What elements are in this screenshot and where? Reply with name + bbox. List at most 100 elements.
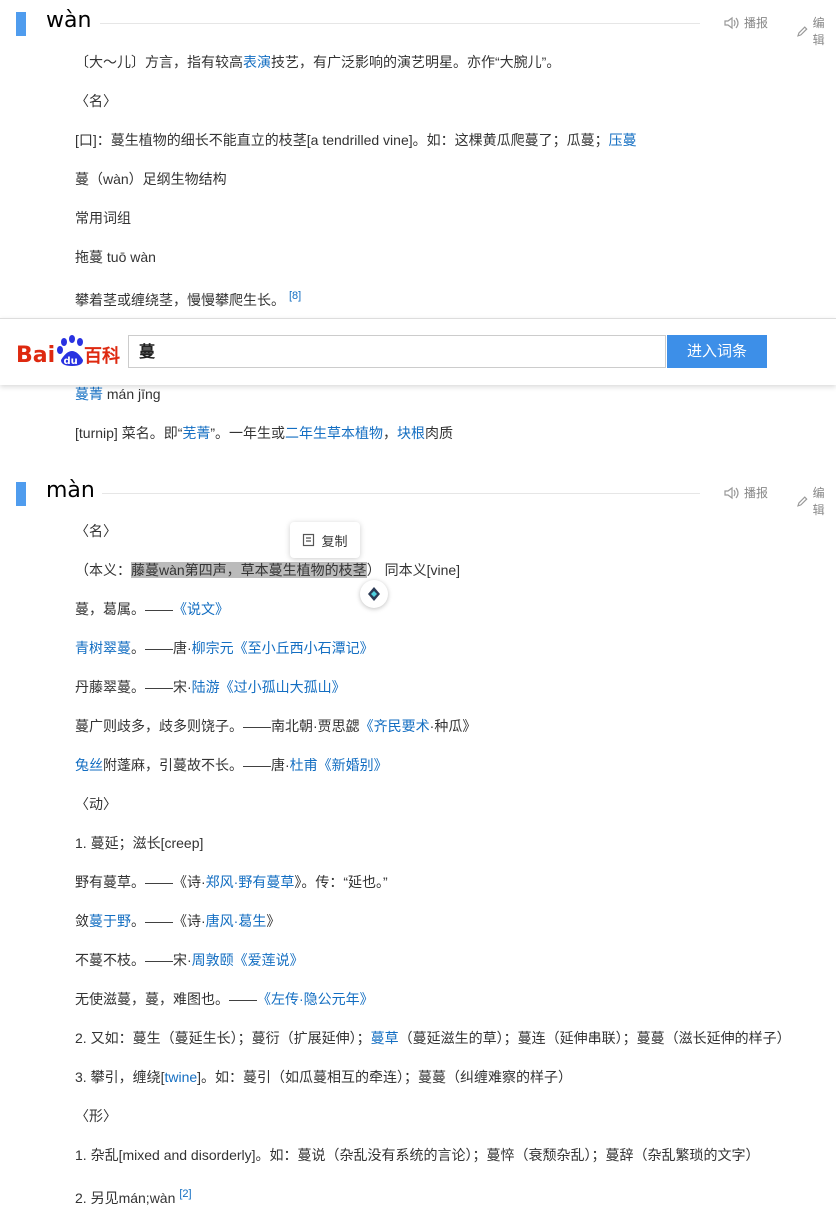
- link-twine[interactable]: twine: [164, 1069, 197, 1085]
- text: 附蓬麻，引蔓故不长。——唐·: [103, 757, 290, 773]
- text: 敛: [75, 913, 89, 929]
- speaker-icon: [724, 486, 739, 499]
- text: 。——《诗·: [131, 913, 206, 929]
- link-xinhunbie[interactable]: 《新婚别》: [318, 757, 388, 773]
- definition-line: [口]：蔓生植物的细长不能直立的枝茎[a tendrilled vine]。如：…: [75, 130, 637, 150]
- text: [turnip] 菜名。即“: [75, 425, 183, 441]
- link-dufu[interactable]: 杜甫: [290, 757, 318, 773]
- search-input[interactable]: 蔓: [128, 335, 666, 368]
- link-tuber[interactable]: 块根: [397, 425, 425, 441]
- edit-button[interactable]: 编辑: [796, 484, 836, 518]
- text: 2. 又如：蔓生（蔓延生长）；蔓衍（扩展延伸）；: [75, 1030, 371, 1046]
- pencil-icon: [797, 495, 808, 507]
- text: 攀着茎或缠绕茎，慢慢攀爬生长。: [75, 292, 285, 308]
- selected-text[interactable]: 藤蔓wàn第四声，草本蔓生植物的枝茎: [131, 562, 367, 578]
- quote-line: 蔓，葛属。——《说文》: [75, 599, 229, 619]
- play-label: 播报: [744, 16, 769, 30]
- pos-label: 〈名〉: [75, 93, 117, 109]
- definition-line: 2. 又如：蔓生（蔓延生长）；蔓衍（扩展延伸）；蔓草（蔓延滋生的草）；蔓连（延伸…: [75, 1028, 791, 1048]
- link-liuzongyuan[interactable]: 柳宗元: [192, 640, 234, 656]
- link-biaoyan[interactable]: 表演: [243, 54, 271, 70]
- text: mán jīng: [103, 386, 161, 402]
- section-marker: [16, 12, 26, 36]
- baidu-baike-logo[interactable]: Bai du 百科: [16, 333, 122, 369]
- text: 2. 另见mán;wàn: [75, 1190, 176, 1206]
- text: 丹藤翠蔓。——宋·: [75, 679, 192, 695]
- link-wujing[interactable]: 芜菁: [182, 425, 210, 441]
- pos-label: 〈动〉: [75, 796, 117, 812]
- link-biennial-herb[interactable]: 二年生草本植物: [285, 425, 383, 441]
- subheading: 常用词组: [75, 210, 131, 226]
- text: ） 同本义[vine]: [366, 562, 461, 578]
- link-mancao[interactable]: 蔓草: [371, 1030, 399, 1046]
- svg-text:百科: 百科: [84, 345, 120, 367]
- play-label: 播报: [744, 486, 769, 500]
- copy-icon: [303, 533, 315, 547]
- definition-line: （本义：藤蔓wàn第四声，草本蔓生植物的枝茎） 同本义[vine]: [75, 560, 460, 580]
- text: （本义：: [75, 562, 131, 578]
- copy-popup-button[interactable]: 复制: [290, 522, 360, 558]
- text: 。——唐·: [131, 640, 192, 656]
- divider: [102, 493, 700, 494]
- link-shuowen[interactable]: 《说文》: [173, 601, 229, 617]
- link-tusi[interactable]: 兔丝: [75, 757, 103, 773]
- text: ，: [383, 425, 398, 441]
- play-button[interactable]: 播报: [724, 14, 768, 31]
- pinyin-heading: màn: [46, 478, 95, 503]
- definition-line: 〔大～儿〕方言，指有较高表演技艺，有广泛影响的演艺明星。亦作“大腕儿”。: [75, 52, 560, 72]
- link-qiminyaoshu[interactable]: 《齐民要术: [360, 718, 430, 734]
- speaker-icon: [724, 16, 739, 29]
- link-zhengfeng[interactable]: 郑风·野有蔓草: [206, 874, 295, 890]
- quote-line: 不蔓不枝。——宋·周敦颐《爱莲说》: [75, 950, 304, 970]
- text: 无使滋蔓，蔓，难图也。——: [75, 991, 257, 1007]
- pinyin-heading: wàn: [46, 8, 92, 33]
- text: 》。传：“延也。”: [294, 874, 388, 890]
- reference-link[interactable]: [8]: [289, 290, 301, 302]
- text: 肉质: [425, 425, 454, 441]
- svg-text:du: du: [64, 356, 78, 367]
- phrase-line: 拖蔓 tuō wàn: [75, 249, 156, 265]
- paw-logo-icon: Bai du 百科: [16, 335, 120, 368]
- quote-line: 丹藤翠蔓。——宋·陆游《过小孤山大孤山》: [75, 677, 346, 697]
- link-manyuye[interactable]: 蔓于野: [89, 913, 131, 929]
- pos-label: 〈名〉: [75, 523, 117, 539]
- ai-assistant-button[interactable]: [360, 580, 388, 608]
- phrase-line: 蔓菁 mán jīng: [75, 384, 161, 404]
- definition-line: 3. 攀引，缠绕[twine]。如：蔓引（如瓜蔓相互的牵连）；蔓蔓（纠缠难察的样…: [75, 1067, 572, 1087]
- link-qingshu[interactable]: 青树翠蔓: [75, 640, 131, 656]
- link-zuozhuan[interactable]: 《左传·隐公元年》: [257, 991, 374, 1007]
- text: 〔大～儿〕方言，指有较高: [75, 54, 243, 70]
- text: 蔓，葛属。——: [75, 601, 173, 617]
- definition-line: 蔓（wàn）足纲生物结构: [75, 171, 227, 187]
- text: 3. 攀引，缠绕[: [75, 1069, 165, 1085]
- link-luyou[interactable]: 陆游: [192, 679, 220, 695]
- link-zhoudunyi[interactable]: 周敦颐: [192, 952, 234, 968]
- edit-button[interactable]: 编辑: [796, 14, 836, 48]
- quote-line: 野有蔓草。——《诗·郑风·野有蔓草》。传：“延也。”: [75, 872, 388, 892]
- reference-link[interactable]: [2]: [179, 1188, 191, 1200]
- definition-line: 1. 杂乱[mixed and disorderly]。如：蔓说（杂乱没有系统的…: [75, 1147, 760, 1163]
- section-marker: [16, 482, 26, 506]
- text: [口]：蔓生植物的细长不能直立的枝茎[a tendrilled vine]。如：…: [75, 132, 609, 148]
- text: （蔓延滋生的草）；蔓连（延伸串联）；蔓蔓（滋长延伸的样子）: [398, 1030, 791, 1046]
- text: ·种瓜》: [429, 718, 477, 734]
- definition-line: 攀着茎或缠绕茎，慢慢攀爬生长。 [8]: [75, 286, 301, 310]
- pencil-icon: [797, 25, 808, 37]
- definition-line: 1. 蔓延；滋长[creep]: [75, 835, 204, 851]
- text: ”。一年生或: [210, 425, 286, 441]
- link-manjing[interactable]: 蔓菁: [75, 386, 103, 402]
- ai-sparkle-icon: [368, 587, 380, 601]
- play-button[interactable]: 播报: [724, 484, 768, 501]
- link-tangfeng[interactable]: 唐风·葛生: [206, 913, 267, 929]
- link-yawan[interactable]: 压蔓: [609, 132, 637, 148]
- link-xiaoshitanji[interactable]: 《至小丘西小石潭记》: [234, 640, 374, 656]
- text: 蔓广则歧多，歧多则饶子。——南北朝·贾思勰: [75, 718, 360, 734]
- quote-line: 敛蔓于野。——《诗·唐风·葛生》: [75, 911, 280, 931]
- section-header-wan: wàn 播报 编辑: [0, 8, 836, 47]
- text: 不蔓不枝。——宋·: [75, 952, 192, 968]
- enter-entry-button[interactable]: 进入词条: [667, 335, 767, 368]
- link-ailianshuo[interactable]: 《爱莲说》: [234, 952, 304, 968]
- quote-line: 无使滋蔓，蔓，难图也。——《左传·隐公元年》: [75, 989, 374, 1009]
- link-xiaogushan[interactable]: 《过小孤山大孤山》: [220, 679, 346, 695]
- section-header-man: màn 播报 编辑: [0, 478, 836, 517]
